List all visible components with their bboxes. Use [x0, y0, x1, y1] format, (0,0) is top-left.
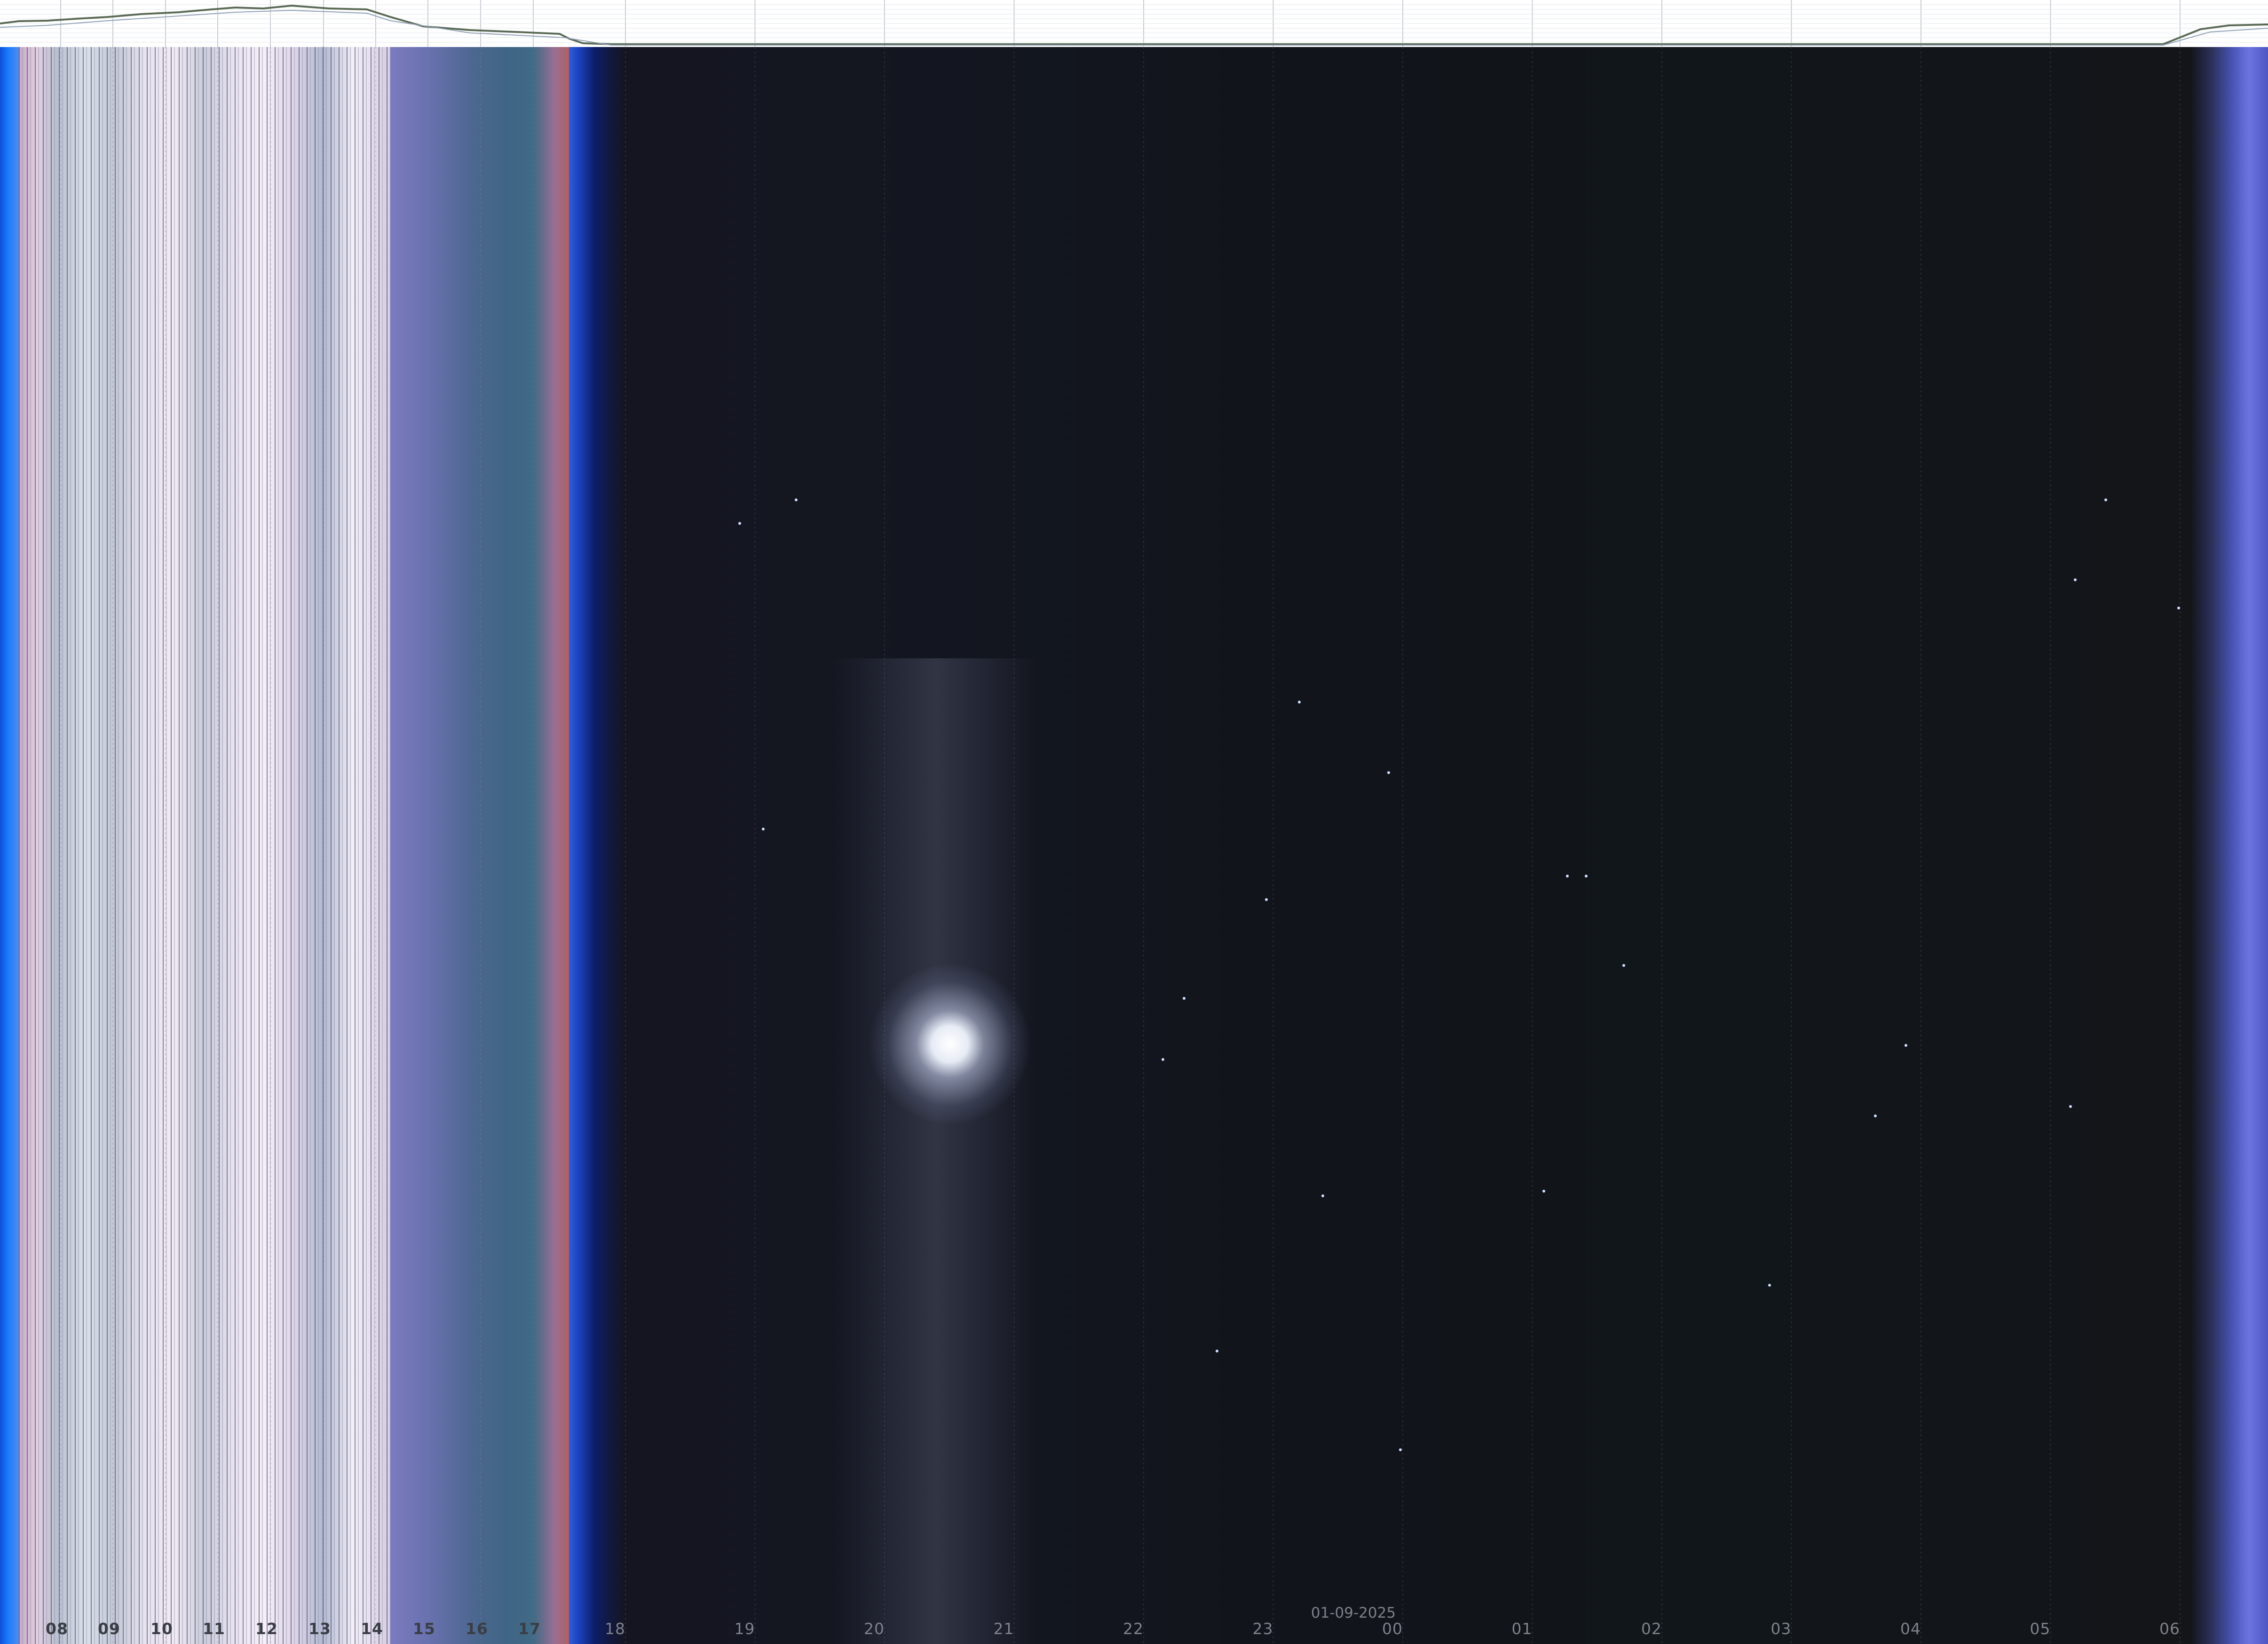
brightness-graph: [0, 0, 2268, 47]
brightness-curve: [0, 4, 2268, 45]
keogram-panel: [0, 47, 2268, 1644]
brightness-curve-secondary: [0, 9, 2268, 46]
keogram-image: 01-09-2025 08 09 10 11 12 13 14 15 16 17 18 19 20 21 2…: [0, 0, 2268, 1644]
hour-gridlines: [60, 47, 2181, 1644]
brightness-graph-strip: [0, 0, 2268, 48]
brightness-graph-grid: [0, 0, 2268, 47]
